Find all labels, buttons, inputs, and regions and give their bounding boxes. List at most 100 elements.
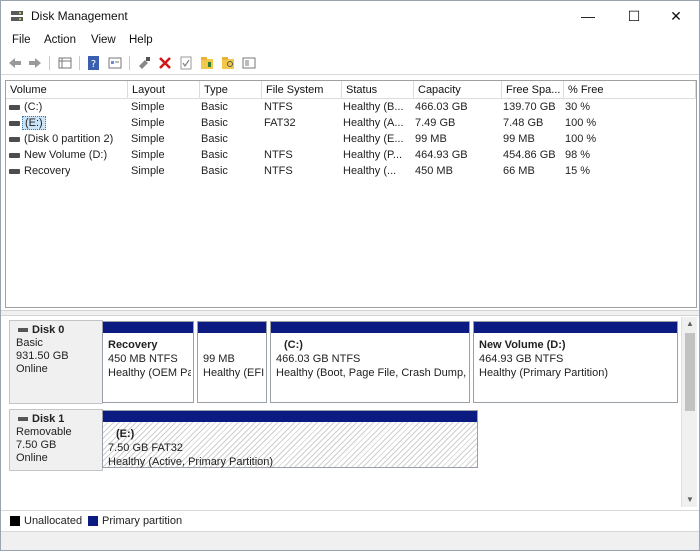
column-header-type[interactable]: Type xyxy=(200,81,262,99)
scroll-up-icon[interactable]: ▲ xyxy=(682,317,698,331)
partition-type-bar xyxy=(474,322,677,333)
cell-file-system: NTFS xyxy=(264,101,293,113)
cell-volume: (C:) xyxy=(24,101,43,113)
options-icon[interactable] xyxy=(241,55,257,71)
folder-search-icon[interactable] xyxy=(220,55,236,71)
disk-size: 7.50 GB xyxy=(16,439,57,451)
properties-icon[interactable] xyxy=(107,55,123,71)
menu-view[interactable]: View xyxy=(91,34,116,46)
cell-file-system: NTFS xyxy=(264,165,293,177)
disk-management-app-icon xyxy=(11,11,23,21)
cell-layout: Simple xyxy=(131,101,165,113)
table-row[interactable]: (C:) Simple Basic NTFS Healthy (B... 466… xyxy=(6,99,696,115)
cell-capacity: 450 MB xyxy=(415,165,453,177)
legend-unallocated: Unallocated xyxy=(24,515,83,527)
table-row[interactable]: Recovery Simple Basic NTFS Healthy (... … xyxy=(6,163,696,179)
menu-file[interactable]: File xyxy=(12,34,31,46)
partition-recovery[interactable]: Recovery 450 MB NTFS Healthy (OEM Pa xyxy=(102,321,194,403)
cell-capacity: 99 MB xyxy=(415,133,447,145)
partition-type-bar xyxy=(271,322,469,333)
menu-help[interactable]: Help xyxy=(129,34,153,46)
title-bar: Disk Management — ☐ ✕ xyxy=(1,1,699,31)
partition-status: Healthy (EFI xyxy=(203,367,264,379)
cell-layout: Simple xyxy=(131,149,165,161)
cell-status: Healthy (... xyxy=(343,165,397,177)
disk-name: Disk 1 xyxy=(32,413,65,425)
partition-status: Healthy (Boot, Page File, Crash Dump, xyxy=(276,367,467,379)
partition-name: (C:) xyxy=(284,339,303,351)
connect-icon[interactable] xyxy=(136,55,152,71)
scroll-down-icon[interactable]: ▼ xyxy=(682,493,698,507)
cell-status: Healthy (P... xyxy=(343,149,403,161)
disk-icon xyxy=(18,328,28,332)
primary-partition-swatch xyxy=(88,516,98,526)
disk-kind: Basic xyxy=(16,337,43,349)
column-header-capacity[interactable]: Capacity xyxy=(414,81,502,99)
disk-graphical-view: Disk 0 Basic 931.50 GB Online Recovery 4… xyxy=(5,317,679,507)
scroll-thumb[interactable] xyxy=(685,333,695,411)
partition-size: 464.93 GB NTFS xyxy=(479,353,564,365)
forward-arrow-icon[interactable] xyxy=(27,55,43,71)
cell-capacity: 464.93 GB xyxy=(415,149,468,161)
list-view-icon[interactable] xyxy=(57,55,73,71)
cell-type: Basic xyxy=(201,133,228,145)
table-row-selected[interactable]: (E:) Simple Basic FAT32 Healthy (A... 7.… xyxy=(6,115,696,131)
disk-name: Disk 0 xyxy=(32,324,65,336)
cell-type: Basic xyxy=(201,165,228,177)
drive-icon xyxy=(9,169,20,174)
back-arrow-icon[interactable] xyxy=(7,55,23,71)
cell-file-system: NTFS xyxy=(264,149,293,161)
cell-layout: Simple xyxy=(131,165,165,177)
minimize-button[interactable]: — xyxy=(565,1,611,31)
window-title: Disk Management xyxy=(31,9,128,23)
column-header-status[interactable]: Status xyxy=(342,81,414,99)
partition-name: (E:) xyxy=(116,428,135,440)
cell-volume: (E:) xyxy=(22,116,46,130)
disk-kind: Removable xyxy=(16,426,72,438)
disk-1-info[interactable]: Disk 1 Removable 7.50 GB Online xyxy=(9,409,103,471)
disk-management-window: Disk Management — ☐ ✕ File Action View H… xyxy=(0,0,700,551)
cell-percent-free: 30 % xyxy=(565,101,591,113)
cell-layout: Simple xyxy=(131,117,165,129)
column-header-percent-free[interactable]: % Free xyxy=(564,81,696,99)
partition-status: Healthy (OEM Pa xyxy=(108,367,191,379)
cell-volume: New Volume (D:) xyxy=(24,149,108,161)
partition-name: Recovery xyxy=(108,339,158,351)
disk-0-info[interactable]: Disk 0 Basic 931.50 GB Online xyxy=(9,320,103,404)
graphical-view-scrollbar[interactable]: ▲ ▼ xyxy=(681,317,697,507)
partition-size: 99 MB xyxy=(203,353,235,365)
svg-text:?: ? xyxy=(91,59,96,70)
cell-volume: Recovery xyxy=(24,165,71,177)
cell-free-space: 7.48 GB xyxy=(503,117,544,129)
partition-efi[interactable]: 99 MB Healthy (EFI xyxy=(197,321,267,403)
cell-type: Basic xyxy=(201,149,228,161)
partition-e[interactable]: (E:) 7.50 GB FAT32 Healthy (Active, Prim… xyxy=(102,410,478,468)
partition-type-bar xyxy=(103,322,193,333)
maximize-button[interactable]: ☐ xyxy=(611,1,657,31)
partition-c[interactable]: (C:) 466.03 GB NTFS Healthy (Boot, Page … xyxy=(270,321,470,403)
partition-legend: Unallocated Primary partition xyxy=(1,510,699,530)
partition-size: 466.03 GB NTFS xyxy=(276,353,361,365)
partition-name: New Volume (D:) xyxy=(479,339,566,351)
delete-icon[interactable] xyxy=(157,55,173,71)
partition-status: Healthy (Primary Partition) xyxy=(479,367,608,379)
menu-action[interactable]: Action xyxy=(44,34,76,46)
check-icon[interactable] xyxy=(178,55,194,71)
column-header-file-system[interactable]: File System xyxy=(262,81,342,99)
cell-free-space: 66 MB xyxy=(503,165,535,177)
help-icon[interactable]: ? xyxy=(86,55,102,71)
table-row[interactable]: (Disk 0 partition 2) Simple Basic Health… xyxy=(6,131,696,147)
partition-new-volume-d[interactable]: New Volume (D:) 464.93 GB NTFS Healthy (… xyxy=(473,321,678,403)
close-button[interactable]: ✕ xyxy=(653,1,699,31)
folder-icon[interactable] xyxy=(199,55,215,71)
column-header-layout[interactable]: Layout xyxy=(128,81,200,99)
unallocated-swatch xyxy=(10,516,20,526)
legend-primary-partition: Primary partition xyxy=(102,515,183,527)
pane-splitter[interactable] xyxy=(1,310,699,316)
cell-percent-free: 100 % xyxy=(565,133,597,145)
toolbar-separator xyxy=(129,56,130,70)
column-header-free-space[interactable]: Free Spa... xyxy=(502,81,564,99)
partition-type-bar xyxy=(103,411,477,422)
table-row[interactable]: New Volume (D:) Simple Basic NTFS Health… xyxy=(6,147,696,163)
column-header-volume[interactable]: Volume xyxy=(6,81,128,99)
